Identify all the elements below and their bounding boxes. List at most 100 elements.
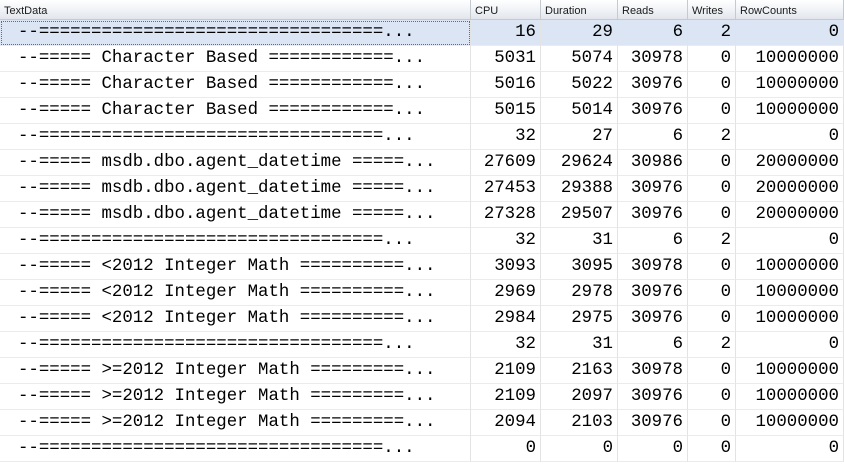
cell-duration[interactable]: 5074 — [541, 46, 618, 72]
cell-cpu[interactable]: 32 — [471, 124, 541, 150]
cell-duration[interactable]: 5022 — [541, 72, 618, 98]
cell-reads[interactable]: 30976 — [618, 410, 688, 436]
cell-reads[interactable]: 6 — [618, 124, 688, 150]
cell-cpu[interactable]: 2109 — [471, 358, 541, 384]
cell-reads[interactable]: 30976 — [618, 176, 688, 202]
cell-cpu[interactable]: 0 — [471, 436, 541, 462]
cell-cpu[interactable]: 32 — [471, 228, 541, 254]
cell-cpu[interactable]: 2969 — [471, 280, 541, 306]
cell-writes[interactable]: 0 — [688, 72, 736, 98]
cell-rowcounts[interactable]: 0 — [736, 228, 844, 254]
cell-cpu[interactable]: 27609 — [471, 150, 541, 176]
table-row[interactable]: --=================================... 32… — [0, 332, 844, 358]
column-header-cpu[interactable]: CPU — [471, 0, 541, 20]
table-row[interactable]: --===== >=2012 Integer Math =========...… — [0, 410, 844, 436]
cell-writes[interactable]: 0 — [688, 46, 736, 72]
cell-writes[interactable]: 0 — [688, 410, 736, 436]
table-row[interactable]: --=================================... 32… — [0, 124, 844, 150]
cell-reads[interactable]: 30976 — [618, 384, 688, 410]
column-header-textdata[interactable]: TextData — [0, 0, 471, 20]
table-row[interactable]: --===== Character Based ============... 5… — [0, 46, 844, 72]
cell-textdata[interactable]: --===== Character Based ============... — [0, 46, 471, 72]
cell-cpu[interactable]: 3093 — [471, 254, 541, 280]
cell-writes[interactable]: 0 — [688, 98, 736, 124]
cell-rowcounts[interactable]: 10000000 — [736, 358, 844, 384]
cell-rowcounts[interactable]: 20000000 — [736, 202, 844, 228]
cell-duration[interactable]: 2103 — [541, 410, 618, 436]
cell-textdata[interactable]: --===== msdb.dbo.agent_datetime =====... — [0, 176, 471, 202]
cell-duration[interactable]: 2975 — [541, 306, 618, 332]
cell-rowcounts[interactable]: 10000000 — [736, 280, 844, 306]
cell-duration[interactable]: 29507 — [541, 202, 618, 228]
column-header-writes[interactable]: Writes — [688, 0, 736, 20]
cell-textdata[interactable]: --===== Character Based ============... — [0, 72, 471, 98]
column-header-duration[interactable]: Duration — [541, 0, 618, 20]
cell-textdata[interactable]: --=================================... — [0, 124, 471, 150]
cell-reads[interactable]: 6 — [618, 228, 688, 254]
cell-cpu[interactable]: 16 — [471, 20, 541, 46]
cell-duration[interactable]: 3095 — [541, 254, 618, 280]
cell-rowcounts[interactable]: 10000000 — [736, 384, 844, 410]
cell-textdata[interactable]: --=================================... — [0, 332, 471, 358]
cell-textdata[interactable]: --===== <2012 Integer Math ==========... — [0, 254, 471, 280]
cell-duration[interactable]: 2097 — [541, 384, 618, 410]
cell-textdata[interactable]: --===== <2012 Integer Math ==========... — [0, 280, 471, 306]
cell-textdata[interactable]: --===== >=2012 Integer Math =========... — [0, 410, 471, 436]
cell-textdata[interactable]: --=================================... — [0, 228, 471, 254]
cell-reads[interactable]: 6 — [618, 20, 688, 46]
cell-textdata[interactable]: --===== Character Based ============... — [0, 98, 471, 124]
cell-writes[interactable]: 2 — [688, 332, 736, 358]
cell-reads[interactable]: 30976 — [618, 280, 688, 306]
cell-writes[interactable]: 0 — [688, 358, 736, 384]
table-row[interactable]: --===== >=2012 Integer Math =========...… — [0, 358, 844, 384]
table-row[interactable]: --===== msdb.dbo.agent_datetime =====...… — [0, 150, 844, 176]
cell-writes[interactable]: 0 — [688, 280, 736, 306]
cell-textdata[interactable]: --===== <2012 Integer Math ==========... — [0, 306, 471, 332]
cell-duration[interactable]: 0 — [541, 436, 618, 462]
cell-reads[interactable]: 30976 — [618, 306, 688, 332]
cell-textdata[interactable]: --===== >=2012 Integer Math =========... — [0, 358, 471, 384]
trace-results-grid[interactable]: TextData CPU Duration Reads Writes RowCo… — [0, 0, 844, 464]
cell-textdata[interactable]: --=================================... — [0, 436, 471, 462]
cell-duration[interactable]: 5014 — [541, 98, 618, 124]
cell-rowcounts[interactable]: 10000000 — [736, 410, 844, 436]
cell-rowcounts[interactable]: 10000000 — [736, 306, 844, 332]
table-row[interactable]: --===== msdb.dbo.agent_datetime =====...… — [0, 202, 844, 228]
cell-rowcounts[interactable]: 10000000 — [736, 72, 844, 98]
cell-rowcounts[interactable]: 10000000 — [736, 254, 844, 280]
cell-textdata[interactable]: --=================================... — [0, 20, 471, 46]
cell-duration[interactable]: 2978 — [541, 280, 618, 306]
cell-cpu[interactable]: 27453 — [471, 176, 541, 202]
cell-cpu[interactable]: 5016 — [471, 72, 541, 98]
cell-cpu[interactable]: 2094 — [471, 410, 541, 436]
table-row[interactable]: --=================================... 32… — [0, 228, 844, 254]
cell-writes[interactable]: 0 — [688, 202, 736, 228]
cell-duration[interactable]: 29388 — [541, 176, 618, 202]
cell-writes[interactable]: 0 — [688, 436, 736, 462]
table-row[interactable]: --=================================... 0 0… — [0, 436, 844, 462]
cell-cpu[interactable]: 2984 — [471, 306, 541, 332]
cell-reads[interactable]: 30976 — [618, 98, 688, 124]
cell-duration[interactable]: 27 — [541, 124, 618, 150]
cell-writes[interactable]: 2 — [688, 20, 736, 46]
cell-cpu[interactable]: 27328 — [471, 202, 541, 228]
cell-cpu[interactable]: 5015 — [471, 98, 541, 124]
cell-duration[interactable]: 2163 — [541, 358, 618, 384]
cell-reads[interactable]: 30986 — [618, 150, 688, 176]
cell-rowcounts[interactable]: 10000000 — [736, 98, 844, 124]
table-row[interactable]: --===== msdb.dbo.agent_datetime =====...… — [0, 176, 844, 202]
cell-writes[interactable]: 2 — [688, 228, 736, 254]
cell-duration[interactable]: 31 — [541, 332, 618, 358]
cell-textdata[interactable]: --===== >=2012 Integer Math =========... — [0, 384, 471, 410]
table-row[interactable]: --===== <2012 Integer Math ==========...… — [0, 306, 844, 332]
cell-duration[interactable]: 29 — [541, 20, 618, 46]
cell-writes[interactable]: 0 — [688, 254, 736, 280]
cell-rowcounts[interactable]: 0 — [736, 20, 844, 46]
cell-reads[interactable]: 0 — [618, 436, 688, 462]
column-header-rowcounts[interactable]: RowCounts — [736, 0, 844, 20]
cell-writes[interactable]: 0 — [688, 176, 736, 202]
table-row[interactable]: --===== <2012 Integer Math ==========...… — [0, 280, 844, 306]
cell-reads[interactable]: 30978 — [618, 358, 688, 384]
cell-writes[interactable]: 0 — [688, 150, 736, 176]
cell-rowcounts[interactable]: 0 — [736, 332, 844, 358]
